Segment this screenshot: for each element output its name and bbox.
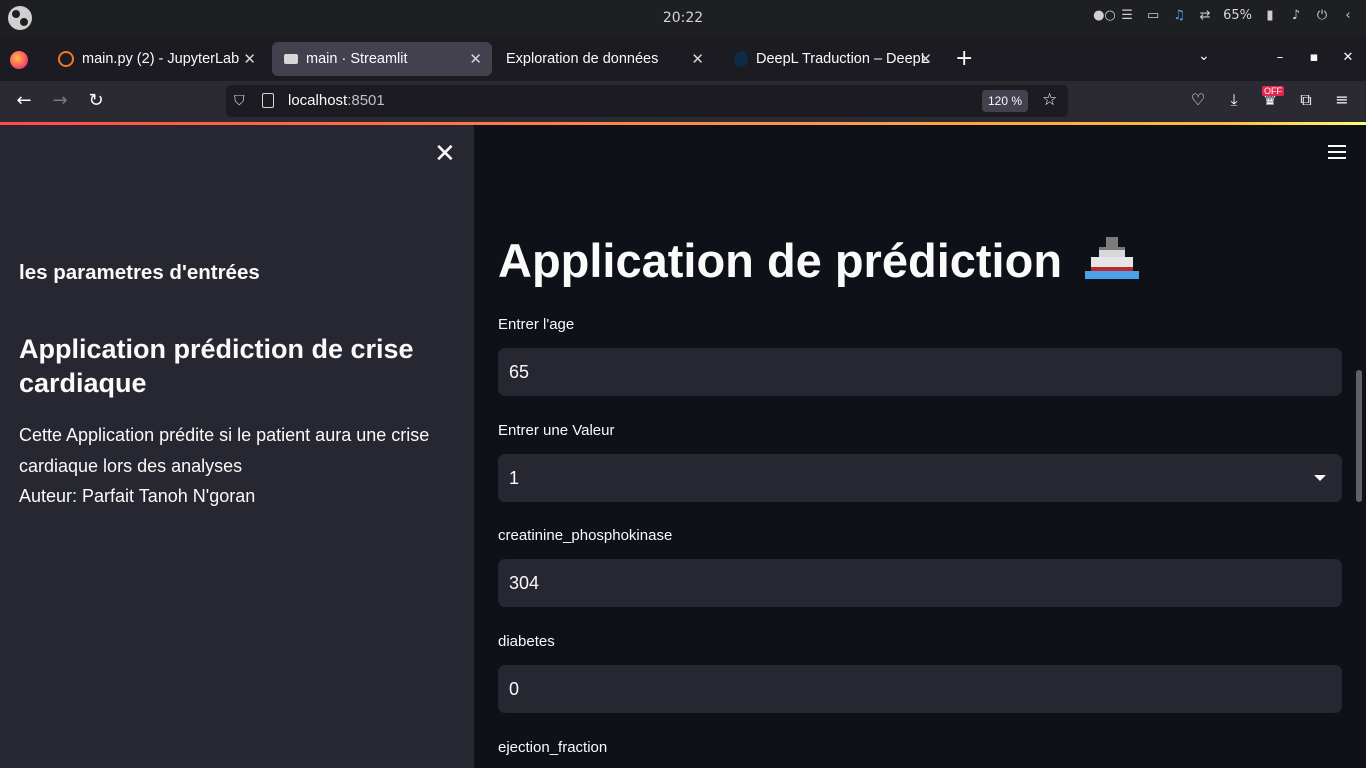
sidebar-params-heading: les parametres d'entrées <box>19 261 260 284</box>
list-icon[interactable]: ☰ <box>1119 8 1135 23</box>
workspace-indicator-icon[interactable]: ●○ <box>1093 8 1116 23</box>
url-text[interactable]: localhost:8501 <box>288 92 385 109</box>
valeur-label: Entrer une Valeur <box>498 422 615 439</box>
tab-label: main.py (2) - JupyterLab <box>82 51 240 67</box>
creatinine-label: creatinine_phosphokinase <box>498 527 673 544</box>
reload-icon[interactable]: ↻ <box>84 90 108 112</box>
diabetes-label: diabetes <box>498 633 555 650</box>
ship-emoji-icon <box>1085 231 1140 281</box>
battery-percent[interactable]: 65% <box>1223 8 1252 23</box>
jupyter-icon <box>58 51 74 67</box>
close-window-icon[interactable]: ✕ <box>1339 50 1357 65</box>
new-tab-plus-icon[interactable]: + <box>955 46 973 71</box>
creatinine-input[interactable]: 304 <box>498 559 1342 607</box>
tab-jupyterlab[interactable]: main.py (2) - JupyterLab ✕ <box>46 42 266 76</box>
battery-icon[interactable]: ▮ <box>1262 8 1278 23</box>
tab-close-icon[interactable]: ✕ <box>469 50 482 68</box>
forward-arrow-icon[interactable]: → <box>48 90 72 112</box>
age-input[interactable]: 65 <box>498 348 1342 396</box>
panel-collapse-icon[interactable]: ‹ <box>1340 8 1356 23</box>
browser-nav-bar: ← → ↻ ⛉ localhost:8501 120 % ☆ ♡ ⤓ ♛ ⧉ ≡ <box>0 81 1366 122</box>
folder-icon[interactable]: ▭ <box>1145 8 1161 23</box>
back-arrow-icon[interactable]: ← <box>12 90 36 112</box>
url-host: localhost <box>288 92 348 109</box>
main-menu-hamburger-icon[interactable] <box>1328 145 1346 159</box>
sidebar-description: Cette Application prédite si le patient … <box>19 420 459 512</box>
volume-icon[interactable]: ♪ <box>1288 8 1304 23</box>
bookmark-star-icon[interactable]: ☆ <box>1042 90 1057 110</box>
ejection-fraction-label: ejection_fraction <box>498 739 608 756</box>
streamlit-crown-icon <box>284 54 298 64</box>
page-title: Application de prédiction <box>498 231 1140 288</box>
sidebar-close-icon[interactable]: ✕ <box>434 139 456 169</box>
url-bar[interactable]: ⛉ localhost:8501 120 % ☆ <box>226 85 1068 117</box>
tab-label: Exploration de données <box>506 51 659 67</box>
age-label: Entrer l'age <box>498 316 575 333</box>
sidebar-title: Application prédiction de crise cardiaqu… <box>19 334 414 398</box>
power-icon[interactable]: ⏻ <box>1314 8 1330 23</box>
main-content: Application de prédiction Entrer l'age 6… <box>474 125 1366 768</box>
url-port: :8501 <box>347 92 385 109</box>
page-title-text: Application de prédiction <box>498 234 1063 287</box>
os-top-bar: 20:22 ●○ ☰ ▭ ♫ ⇄ 65% ▮ ♪ ⏻ ‹ <box>0 0 1366 37</box>
app-menu-icon[interactable]: ≡ <box>1331 90 1353 109</box>
maximize-icon[interactable]: ▪ <box>1305 50 1323 65</box>
tab-label: DeepL Traduction – DeepL <box>756 51 929 67</box>
valeur-select-value: 1 <box>509 468 520 488</box>
tab-close-icon[interactable]: ✕ <box>691 50 704 68</box>
notification-bell-icon[interactable]: ♫ <box>1171 8 1187 23</box>
main-scrollbar[interactable] <box>1356 370 1362 502</box>
browser-tab-bar: main.py (2) - JupyterLab ✕ main · Stream… <box>0 37 1366 81</box>
zoom-level-badge[interactable]: 120 % <box>982 90 1029 112</box>
pocket-icon[interactable]: ♡ <box>1187 90 1209 109</box>
tab-deepl[interactable]: DeepL Traduction – DeepL ✕ <box>722 42 942 76</box>
sidebar-author: Auteur: Parfait Tanoh N'goran <box>19 486 256 506</box>
extension-off-badge: OFF <box>1262 86 1284 96</box>
valeur-select[interactable]: 1 <box>498 454 1342 502</box>
sidebar: ✕ les parametres d'entrées Application p… <box>0 125 474 768</box>
connect-icon[interactable]: ⇄ <box>1197 8 1213 23</box>
system-tray: ●○ ☰ ▭ ♫ ⇄ 65% ▮ ♪ ⏻ ‹ <box>1093 8 1356 23</box>
extensions-puzzle-icon[interactable]: ⧉ <box>1295 90 1317 110</box>
shield-icon[interactable]: ⛉ <box>234 92 245 109</box>
page-icon[interactable] <box>262 93 274 108</box>
tab-streamlit[interactable]: main · Streamlit ✕ <box>272 42 492 76</box>
tab-label: main · Streamlit <box>306 51 408 67</box>
deepl-icon <box>734 51 748 67</box>
tab-close-icon[interactable]: ✕ <box>243 50 256 68</box>
tab-close-icon[interactable]: ✕ <box>919 50 932 68</box>
downloads-icon[interactable]: ⤓ <box>1223 90 1245 110</box>
diabetes-input[interactable]: 0 <box>498 665 1342 713</box>
minimize-icon[interactable]: – <box>1271 50 1289 65</box>
sidebar-description-text: Cette Application prédite si le patient … <box>19 425 430 476</box>
tab-list-chevron-icon[interactable]: ⌄ <box>1198 48 1210 64</box>
firefox-icon[interactable] <box>10 51 28 69</box>
chevron-down-icon[interactable] <box>1314 475 1326 481</box>
tab-exploration[interactable]: Exploration de données ✕ <box>494 42 714 76</box>
